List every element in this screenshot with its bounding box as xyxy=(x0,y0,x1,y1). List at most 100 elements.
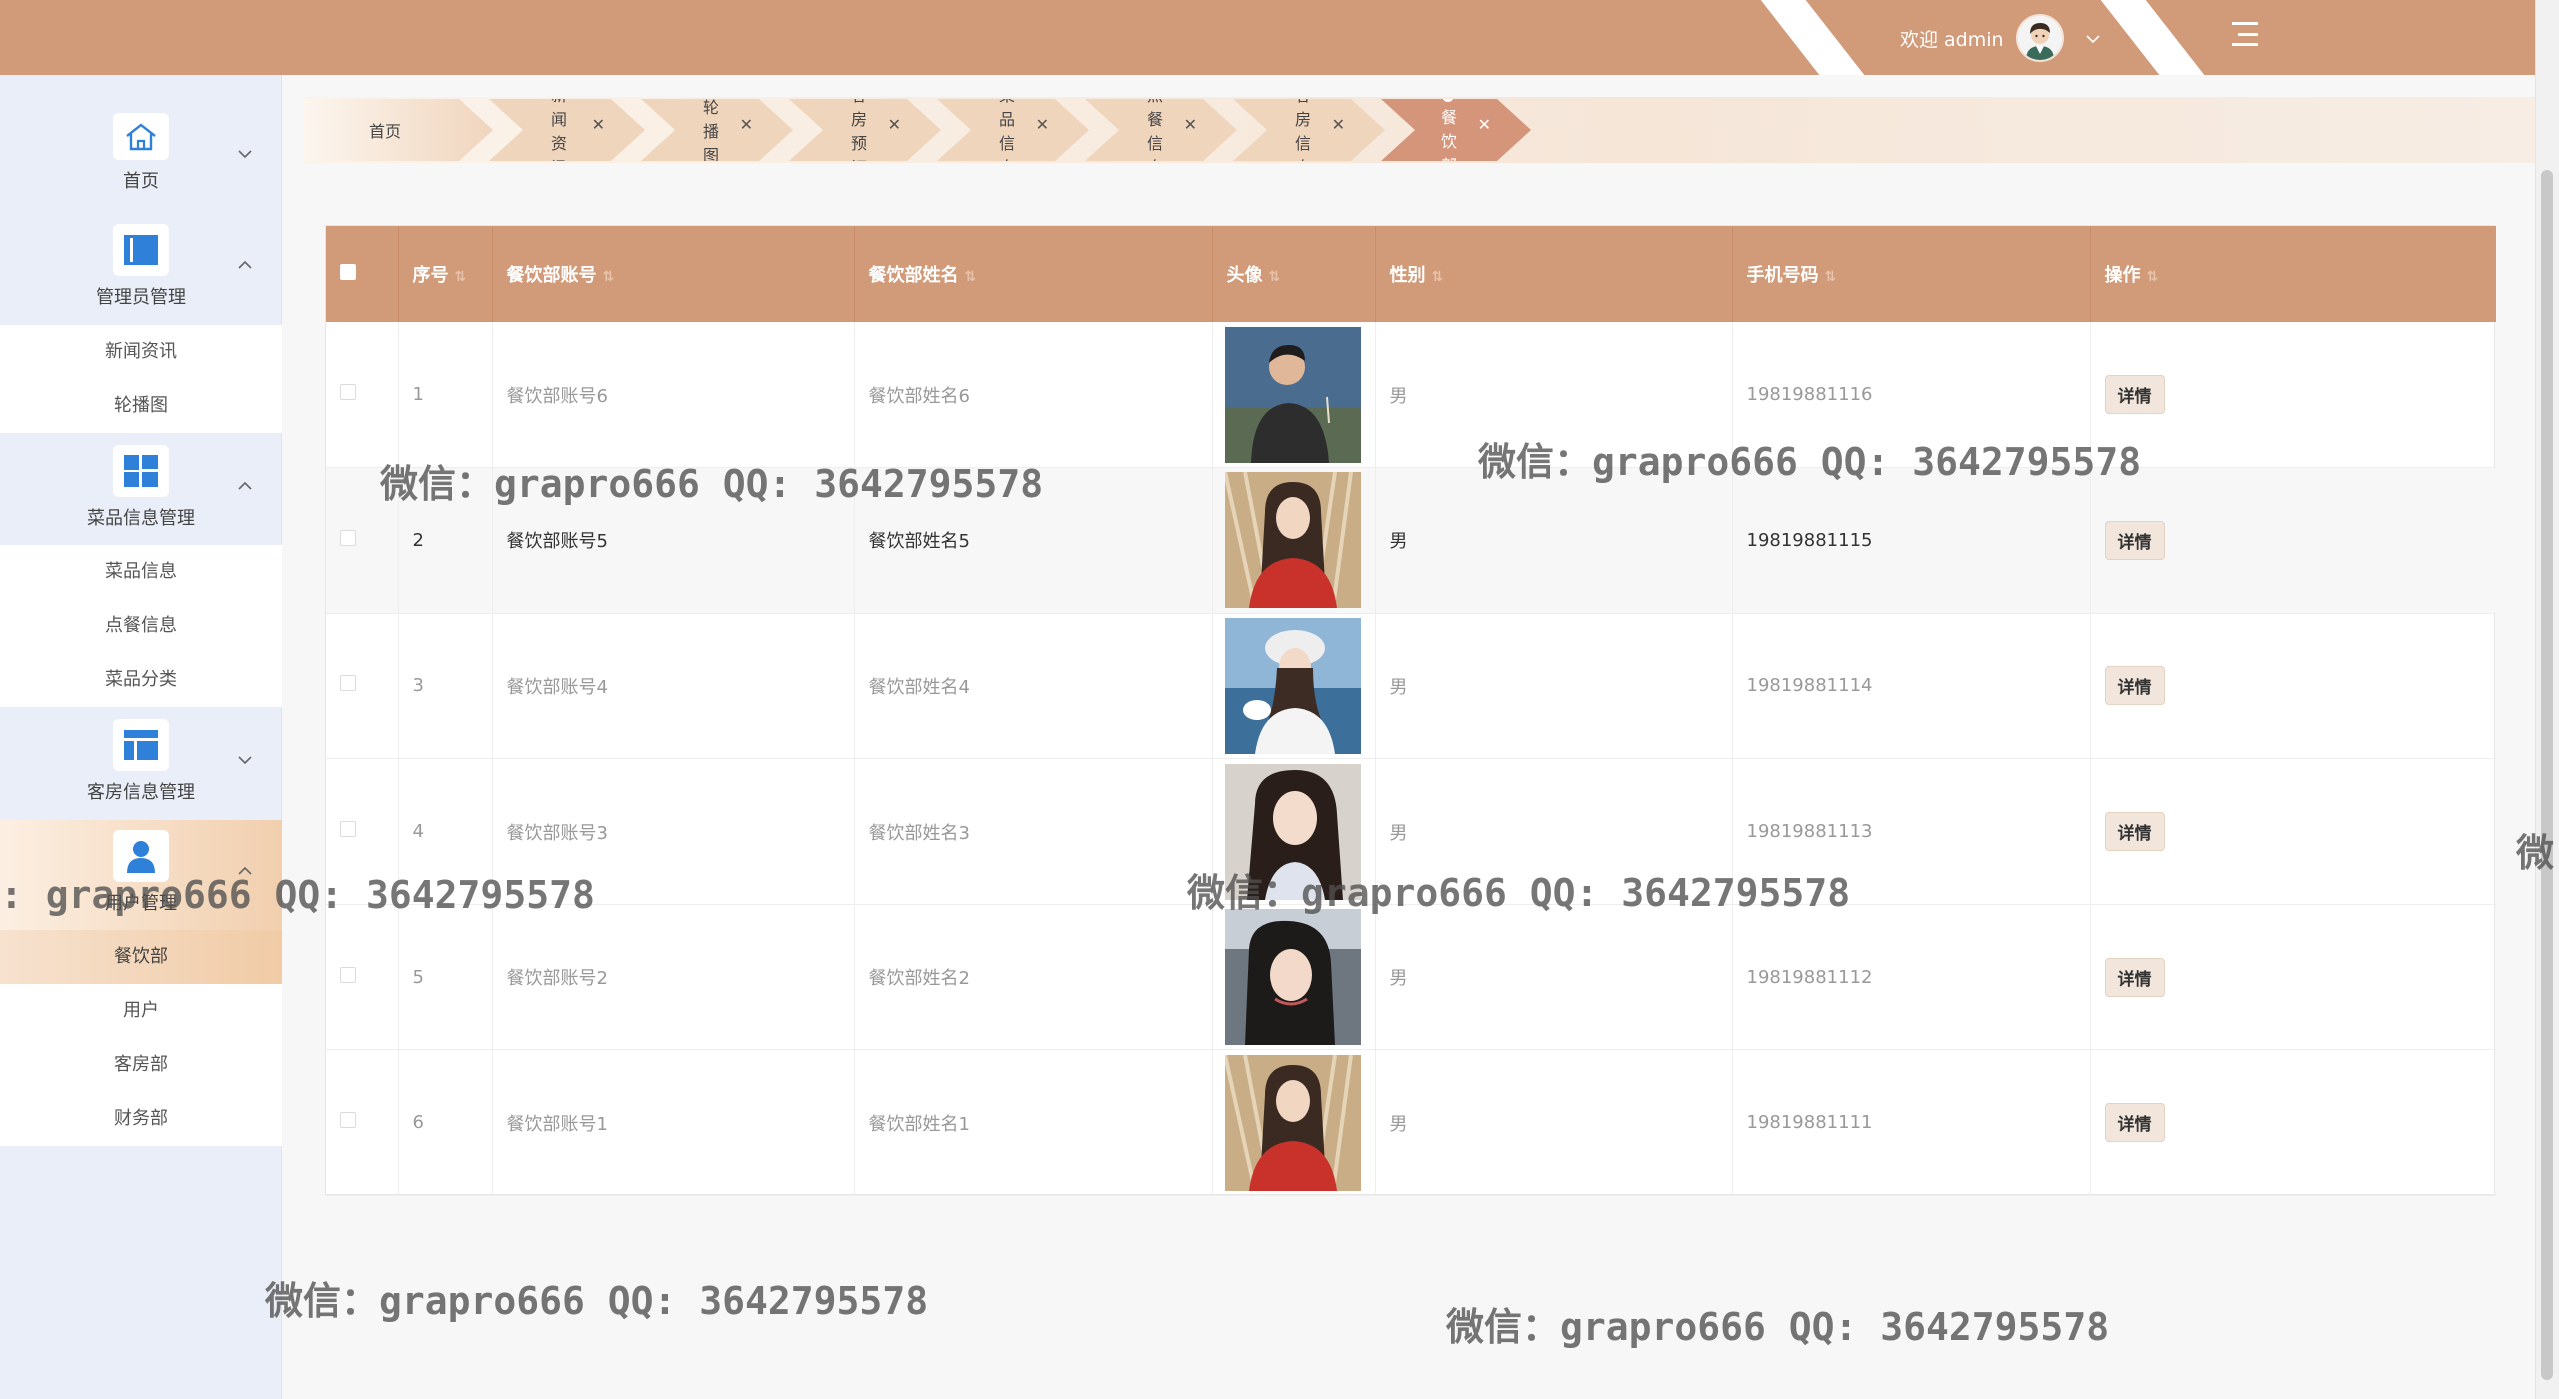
sort-icon[interactable]: ⇅ xyxy=(603,269,615,285)
layout-icon xyxy=(113,719,169,771)
cell-account: 餐饮部账号2 xyxy=(492,904,855,1051)
sidebar-item-order-info[interactable]: 点餐信息 xyxy=(0,599,282,653)
user-menu[interactable]: 欢迎 admin xyxy=(1900,14,2100,62)
sidebar-item-dish-category[interactable]: 菜品分类 xyxy=(0,653,282,707)
col-account[interactable]: 餐饮部账号 ⇅ xyxy=(492,226,855,322)
close-icon[interactable]: ✕ xyxy=(888,115,901,134)
column-header-label: 序号 xyxy=(412,265,449,286)
table-row[interactable]: 5 餐饮部账号2 餐饮部姓名2 男 19819881112 详情 xyxy=(326,904,2496,1051)
cell-avatar xyxy=(1212,322,1376,469)
cell-phone: 19819881115 xyxy=(1732,467,2091,614)
sort-icon[interactable]: ⇅ xyxy=(455,269,467,285)
table-header-row: 序号 ⇅ 餐饮部账号 ⇅ 餐饮部姓名 ⇅ 头像 ⇅ 性别 ⇅ 手机号码 ⇅ 操作 ⇅ xyxy=(326,226,2496,322)
cell-gender: 男 xyxy=(1375,467,1733,614)
tab-label: 菜品信息 xyxy=(999,86,1016,177)
col-phone[interactable]: 手机号码 ⇅ xyxy=(1732,226,2091,322)
chevron-up-icon xyxy=(238,475,252,496)
avatar-photo[interactable] xyxy=(1224,472,1361,609)
tab-dish-info[interactable]: 菜品信息 ✕ xyxy=(937,99,1089,161)
sidebar-item-news[interactable]: 新闻资讯 xyxy=(0,325,282,379)
home-icon xyxy=(113,113,169,160)
row-checkbox[interactable] xyxy=(340,529,356,546)
tab-label: 客房信息 xyxy=(1295,86,1312,177)
avatar-photo[interactable] xyxy=(1224,1054,1361,1191)
user-avatar-icon[interactable] xyxy=(2015,14,2064,62)
chevron-down-icon xyxy=(238,143,252,164)
table-row[interactable]: 3 餐饮部账号4 餐饮部姓名4 男 19819881114 详情 xyxy=(326,613,2496,760)
cell-actions: 详情 xyxy=(2090,467,2496,614)
sidebar-item-users[interactable]: 用户 xyxy=(0,984,282,1038)
sidebar-item-admin-management[interactable]: 管理员管理 xyxy=(0,214,282,314)
tab-news[interactable]: 新闻资讯 ✕ xyxy=(489,99,645,161)
row-checkbox[interactable] xyxy=(340,1112,356,1129)
sidebar-item-finance-dept[interactable]: 财务部 xyxy=(0,1092,282,1146)
cell-avatar xyxy=(1212,1049,1376,1197)
tab-carousel[interactable]: 轮播图 ✕ xyxy=(641,99,793,161)
close-icon[interactable]: ✕ xyxy=(592,115,605,134)
chevron-down-icon[interactable] xyxy=(2086,28,2100,49)
cell-actions: 详情 xyxy=(2090,904,2496,1051)
column-header-label: 性别 xyxy=(1389,265,1426,286)
col-name[interactable]: 餐饮部姓名 ⇅ xyxy=(854,226,1213,322)
sidebar-item-home[interactable]: 首页 xyxy=(0,103,282,193)
row-checkbox[interactable] xyxy=(340,966,356,983)
tab-room-booking[interactable]: 客房预订 ✕ xyxy=(789,99,941,161)
tab-label: 客房预订 xyxy=(851,86,868,177)
sort-icon[interactable]: ⇅ xyxy=(1825,269,1837,285)
table-row[interactable]: 1 餐饮部账号6 餐饮部姓名6 男 19819881116 详情 xyxy=(326,322,2496,469)
cell-name: 餐饮部姓名4 xyxy=(854,613,1213,760)
col-gender[interactable]: 性别 ⇅ xyxy=(1375,226,1733,322)
tabs-bar: 首页 新闻资讯 ✕ 轮播图 ✕ 客房预订 ✕ 菜品信息 ✕ 点餐信息 ✕ 客房信… xyxy=(303,97,2535,163)
close-icon[interactable]: ✕ xyxy=(1332,115,1345,134)
cell-index: 6 xyxy=(398,1049,493,1197)
column-header-label: 操作 xyxy=(2104,265,2141,286)
sort-icon[interactable]: ⇅ xyxy=(1269,269,1281,285)
detail-button[interactable]: 详情 xyxy=(2104,812,2165,852)
sidebar-item-dish-management[interactable]: 菜品信息管理 xyxy=(0,435,282,535)
tab-order-info[interactable]: 点餐信息 ✕ xyxy=(1085,99,1237,161)
detail-button[interactable]: 详情 xyxy=(2104,666,2165,706)
cell-avatar xyxy=(1212,467,1376,614)
select-all-header[interactable] xyxy=(326,226,399,322)
cell-avatar xyxy=(1212,904,1376,1051)
sort-icon[interactable]: ⇅ xyxy=(2147,269,2159,285)
avatar-photo[interactable] xyxy=(1224,326,1361,463)
row-checkbox[interactable] xyxy=(340,821,356,838)
detail-button[interactable]: 详情 xyxy=(2104,957,2165,997)
detail-button[interactable]: 详情 xyxy=(2104,375,2165,415)
tab-home[interactable]: 首页 xyxy=(303,99,493,161)
row-checkbox[interactable] xyxy=(340,675,356,692)
tab-catering-dept[interactable]: ●餐饮部 ✕ xyxy=(1381,99,1531,161)
sidebar-item-room-management[interactable]: 客房信息管理 xyxy=(0,709,282,809)
close-icon[interactable]: ✕ xyxy=(1184,115,1197,134)
select-all-checkbox[interactable] xyxy=(340,263,356,280)
detail-button[interactable]: 详情 xyxy=(2104,520,2165,560)
avatar-photo[interactable] xyxy=(1224,909,1361,1046)
watermark-text: 微信：grapro666 QQ: 3642795578 xyxy=(1187,871,1851,915)
chevron-up-icon xyxy=(238,254,252,275)
tab-room-info[interactable]: 客房信息 ✕ xyxy=(1233,99,1385,161)
sort-icon[interactable]: ⇅ xyxy=(965,269,977,285)
row-checkbox[interactable] xyxy=(340,384,356,401)
col-index[interactable]: 序号 ⇅ xyxy=(398,226,493,322)
cell-phone: 19819881114 xyxy=(1732,613,2091,760)
sidebar-item-catering-dept[interactable]: 餐饮部 xyxy=(0,930,282,984)
avatar-photo[interactable] xyxy=(1224,617,1361,754)
tab-label: ●餐饮部 xyxy=(1441,84,1458,175)
tab-label: 轮播图 xyxy=(703,98,720,165)
sort-icon[interactable]: ⇅ xyxy=(1432,269,1444,285)
close-icon[interactable]: ✕ xyxy=(740,115,753,134)
col-avatar[interactable]: 头像 ⇅ xyxy=(1212,226,1376,322)
sidebar-item-dish-info[interactable]: 菜品信息 xyxy=(0,545,282,599)
sidebar-item-carousel[interactable]: 轮播图 xyxy=(0,379,282,433)
cell-account: 餐饮部账号4 xyxy=(492,613,855,760)
menu-toggle-icon[interactable] xyxy=(2232,22,2258,46)
sidebar-item-housekeeping-dept[interactable]: 客房部 xyxy=(0,1038,282,1092)
close-icon[interactable]: ✕ xyxy=(1036,115,1049,134)
cell-gender: 男 xyxy=(1375,1049,1733,1197)
page-scrollbar-thumb[interactable] xyxy=(2541,170,2553,1380)
col-actions[interactable]: 操作 ⇅ xyxy=(2090,226,2496,322)
close-icon[interactable]: ✕ xyxy=(1478,115,1491,134)
detail-button[interactable]: 详情 xyxy=(2104,1103,2165,1143)
table-row[interactable]: 6 餐饮部账号1 餐饮部姓名1 男 19819881111 详情 xyxy=(326,1049,2496,1197)
